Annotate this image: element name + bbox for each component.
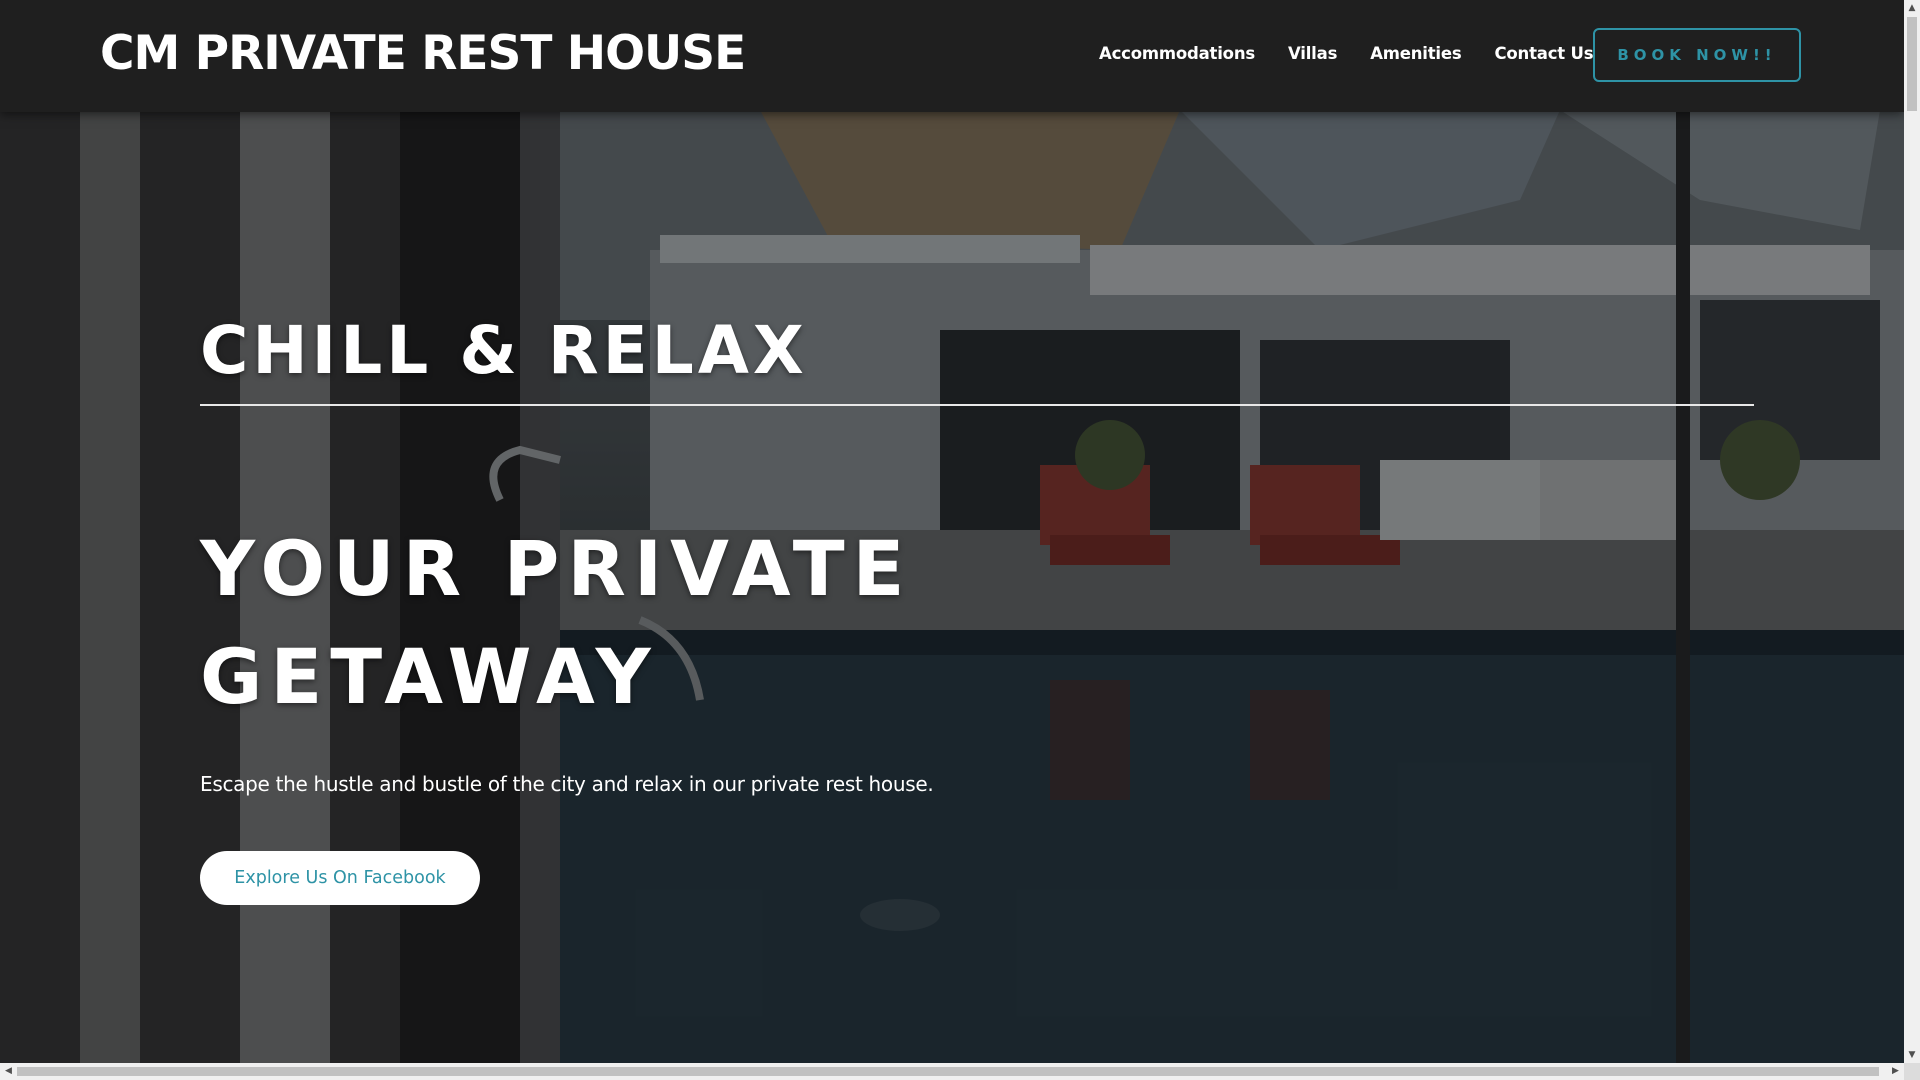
scrollbar-corner — [1904, 1063, 1920, 1080]
explore-facebook-button[interactable]: Explore Us On Facebook — [200, 851, 480, 905]
scroll-down-icon[interactable]: ▼ — [1904, 1047, 1920, 1063]
book-now-button[interactable]: BOOK NOW!! — [1593, 28, 1801, 82]
site-header: CM PRIVATE REST HOUSE Accommodations Vil… — [0, 0, 1904, 112]
nav-link-villas[interactable]: Villas — [1288, 44, 1337, 63]
page: CM PRIVATE REST HOUSE Accommodations Vil… — [0, 0, 1920, 1080]
site-brand[interactable]: CM PRIVATE REST HOUSE — [100, 26, 746, 81]
hero-headline: YOUR PRIVATE GETAWAY — [200, 524, 913, 721]
hero-divider — [200, 404, 1754, 406]
horizontal-scroll-thumb[interactable] — [17, 1067, 1879, 1076]
nav-link-amenities[interactable]: Amenities — [1370, 44, 1462, 63]
nav-link-contact-us[interactable]: Contact Us — [1495, 44, 1594, 63]
scroll-up-icon[interactable]: ▲ — [1904, 0, 1920, 16]
nav-link-accommodations[interactable]: Accommodations — [1099, 44, 1255, 63]
scroll-left-icon[interactable]: ◀ — [0, 1063, 17, 1080]
vertical-scroll-thumb[interactable] — [1907, 17, 1917, 111]
hero-kicker: CHILL & RELAX — [200, 312, 808, 389]
hero-tagline: Escape the hustle and bustle of the city… — [200, 772, 934, 796]
vertical-scrollbar[interactable]: ▲ ▼ — [1904, 0, 1920, 1063]
horizontal-scrollbar[interactable]: ◀ ▶ — [0, 1063, 1904, 1080]
main-nav: Accommodations Villas Amenities Contact … — [1099, 44, 1594, 63]
scroll-right-icon[interactable]: ▶ — [1887, 1063, 1904, 1080]
